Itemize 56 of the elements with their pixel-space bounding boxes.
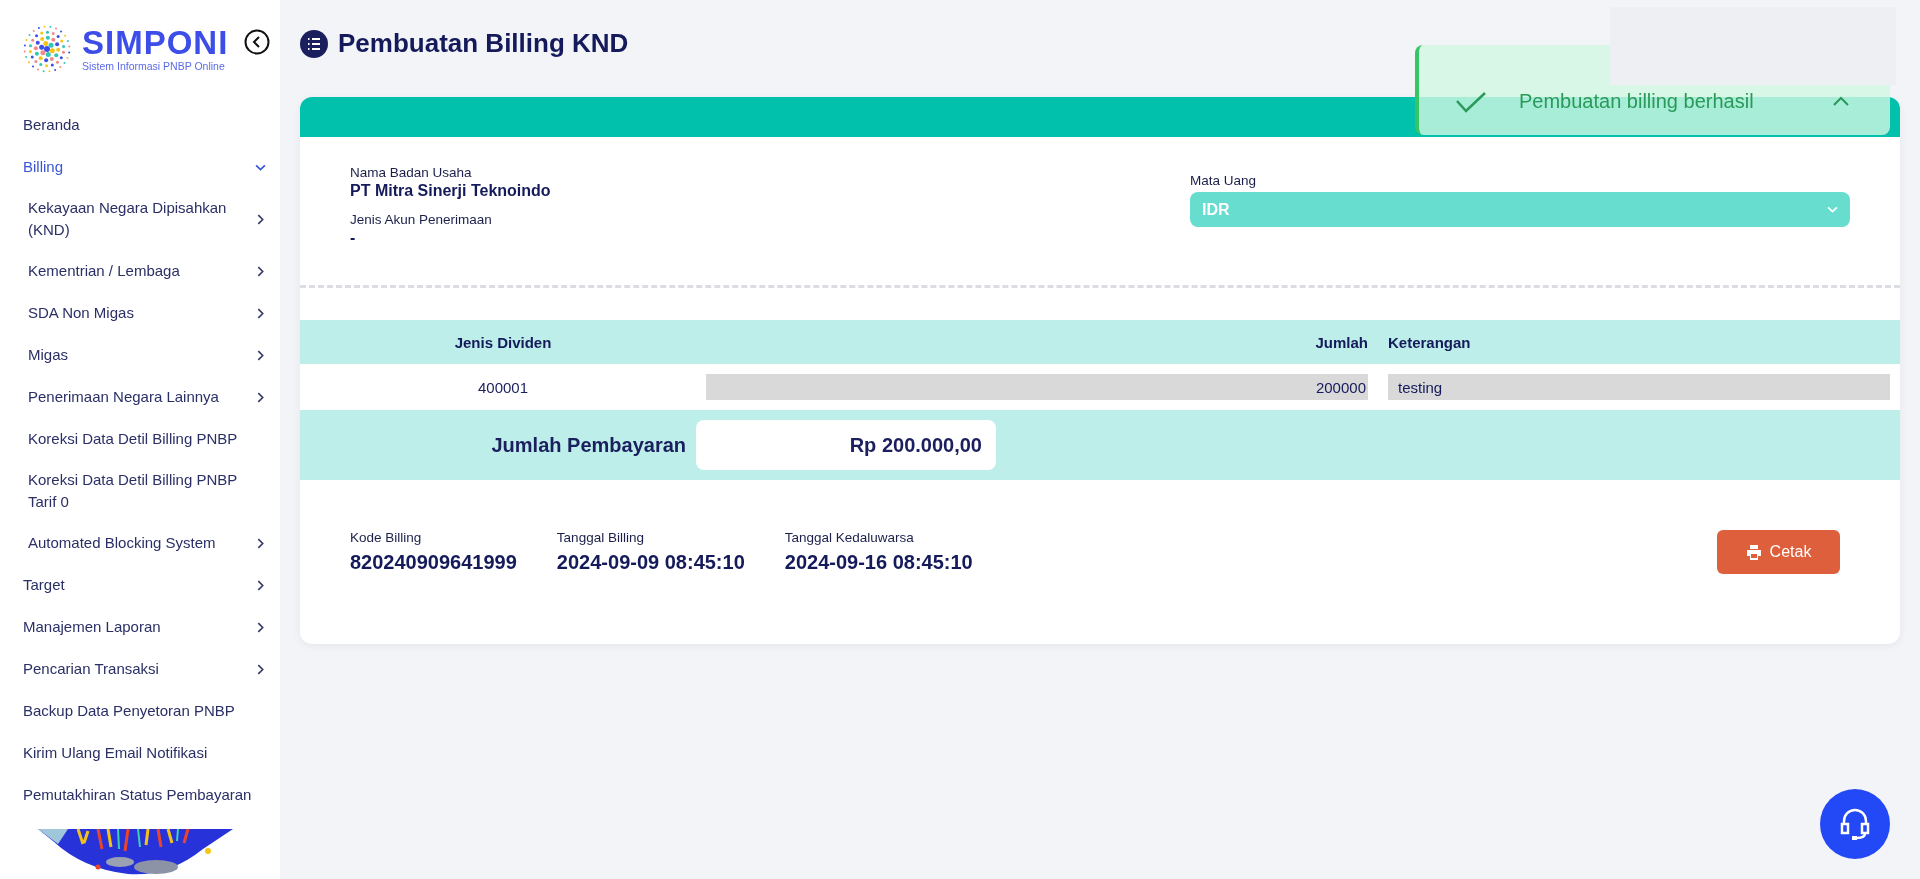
sidebar-item[interactable]: Pemutakhiran Status Pembayaran [0,774,280,816]
page-title: Pembuatan Billing KND [338,28,629,59]
chevron-right-icon [255,621,266,633]
chevron-right-icon [255,265,266,277]
field-label: Jenis Akun Penerimaan [350,212,493,227]
chevron-right-icon [255,349,266,361]
sidebar-item[interactable]: Penerimaan Negara Lainnya [0,376,280,418]
billing-value: 2024-09-09 08:45:10 [556,551,745,574]
column-header: Jenis Dividen [453,333,553,351]
list-icon [300,29,328,58]
sidebar-item[interactable]: Beranda [0,104,280,146]
chevron-down-icon [1827,204,1838,215]
sidebar-item[interactable]: Automated Blocking System [0,522,280,564]
sidebar-item[interactable]: Kekayaan Negara Dipisahkan (KND) [0,188,280,250]
field-label: Mata Uang [1190,173,1258,188]
headset-icon [1839,807,1871,841]
column-header: Keterangan [1388,333,1472,351]
sidebar-item[interactable]: Pencarian Transaksi [0,648,280,690]
print-button[interactable]: Cetak [1717,530,1840,574]
sidebar-item[interactable]: Backup Data Penyetoran PNBP [0,690,280,732]
field-value: PT Mitra Sinerji Teknoindo [350,182,552,200]
billing-value: 820240909641999 [350,551,517,574]
check-icon [1455,91,1487,113]
sidebar-item[interactable]: Koreksi Data Detil Billing PNBP Tarif 0 [0,460,280,522]
total-value: Rp 200.000,00 [696,420,996,470]
logo-name: SIMPONI [82,26,229,60]
billing-label: Kode Billing [350,530,423,545]
column-header: Jumlah [1314,333,1368,351]
chevron-right-icon [255,537,266,549]
sidebar-item[interactable]: Kementrian / Lembaga [0,250,280,292]
sidebar-item[interactable]: Target [0,564,280,606]
sidebar-item[interactable]: Kirim Ulang Email Notifikasi [0,732,280,774]
billing-label: Tanggal Billing [556,530,645,545]
sidebar-item[interactable]: Billing [0,146,280,188]
billing-value: 2024-09-16 08:45:10 [784,551,973,574]
sidebar-item[interactable]: Migas [0,334,280,376]
description-field[interactable]: testing [1388,374,1890,400]
sidebar-item[interactable]: Koreksi Data Detil Billing PNBP [0,418,280,460]
amount-field[interactable]: 200000 [706,374,1368,400]
chevron-up-icon[interactable] [1832,95,1850,107]
logo-tagline: Sistem Informasi PNBP Online [82,60,226,72]
sidebar-item[interactable]: Manajemen Laporan [0,606,280,648]
table-cell-text: 400001 [476,378,530,396]
chevron-right-icon [255,307,266,319]
chevron-right-icon [255,391,266,403]
chevron-right-icon [255,663,266,675]
total-label: Jumlah Pembayaran [490,433,687,457]
field-label: Nama Badan Usaha [350,165,473,180]
collapse-icon[interactable] [244,29,271,55]
field-value: - [350,229,357,247]
chevron-right-icon [255,579,266,591]
chevron-right-icon [255,213,266,225]
printer-icon [1745,544,1762,560]
billing-label: Tanggal Kedaluwarsa [784,530,915,545]
toast-message: Pembuatan billing berhasil [1519,90,1755,113]
sidebar-item[interactable]: SDA Non Migas [0,292,280,334]
